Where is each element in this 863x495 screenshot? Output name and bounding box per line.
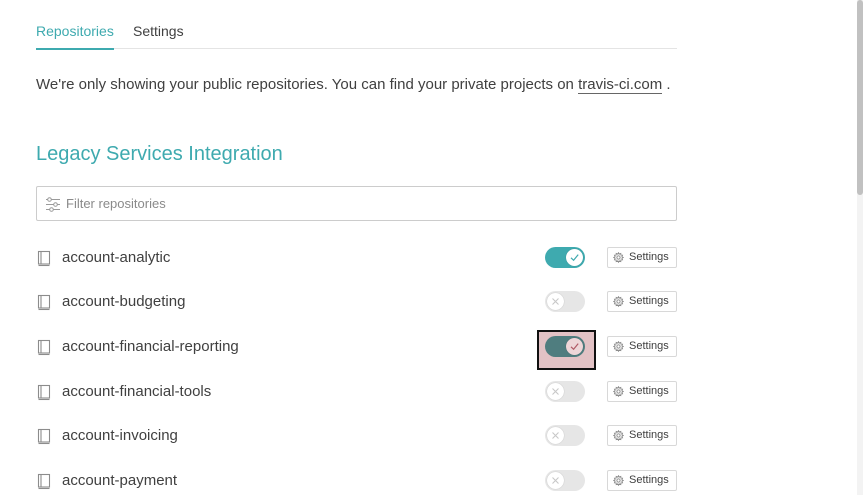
toggle-knob xyxy=(547,472,564,489)
settings-button-label: Settings xyxy=(629,251,669,263)
gear-icon xyxy=(613,475,624,486)
notice-suffix: . xyxy=(666,76,671,93)
gear-icon xyxy=(613,386,624,397)
repo-activation-toggle[interactable] xyxy=(545,247,585,268)
toggle-knob xyxy=(547,293,564,310)
public-repos-notice: We're only showing your public repositor… xyxy=(36,75,671,95)
repo-row: account-budgeting Settings xyxy=(36,287,677,317)
settings-button-label: Settings xyxy=(629,429,669,441)
repo-settings-button[interactable]: Settings xyxy=(607,291,677,312)
tab-bar: Repositories Settings xyxy=(36,0,677,50)
toggle-knob xyxy=(566,338,583,355)
repo-row: account-payment Settings xyxy=(36,466,677,495)
travis-ci-com-link[interactable]: travis-ci.com xyxy=(578,76,663,94)
tab-repositories[interactable]: Repositories xyxy=(36,22,114,50)
repo-row: account-financial-tools Settings xyxy=(36,377,677,407)
filter-repositories-input[interactable] xyxy=(66,187,666,220)
repo-book-icon xyxy=(37,428,51,445)
tab-settings[interactable]: Settings xyxy=(133,22,184,40)
repo-row: account-financial-reporting Settings xyxy=(36,330,677,370)
repo-row: account-analytic Settings xyxy=(36,243,677,273)
toggle-knob xyxy=(547,427,564,444)
toggle-knob xyxy=(566,249,583,266)
check-icon xyxy=(570,254,579,262)
repo-name[interactable]: account-budgeting xyxy=(62,292,185,312)
x-icon xyxy=(552,298,559,305)
filter-sliders-icon xyxy=(46,197,60,212)
filter-box xyxy=(36,186,677,221)
section-title: Legacy Services Integration xyxy=(36,143,283,165)
repo-book-icon xyxy=(37,339,51,356)
repo-name[interactable]: account-analytic xyxy=(62,248,170,268)
repo-settings-button[interactable]: Settings xyxy=(607,381,677,402)
repo-name[interactable]: account-invoicing xyxy=(62,426,178,446)
repo-activation-toggle[interactable] xyxy=(545,336,585,357)
toggle-knob xyxy=(547,383,564,400)
repo-book-icon xyxy=(37,250,51,267)
repo-name[interactable]: account-financial-reporting xyxy=(62,337,239,357)
repo-book-icon xyxy=(37,473,51,490)
gear-icon xyxy=(613,296,624,307)
settings-button-label: Settings xyxy=(629,385,669,397)
repo-activation-toggle[interactable] xyxy=(545,381,585,402)
repo-activation-toggle[interactable] xyxy=(545,291,585,312)
settings-button-label: Settings xyxy=(629,295,669,307)
page-scrollbar[interactable] xyxy=(857,0,863,495)
notice-text: We're only showing your public repositor… xyxy=(36,76,574,93)
repo-name[interactable]: account-financial-tools xyxy=(62,382,211,402)
settings-button-label: Settings xyxy=(629,474,669,486)
gear-icon xyxy=(613,252,624,263)
repo-settings-button[interactable]: Settings xyxy=(607,470,677,491)
check-icon xyxy=(570,343,579,351)
x-icon xyxy=(552,388,559,395)
x-icon xyxy=(552,477,559,484)
repo-activation-toggle[interactable] xyxy=(545,470,585,491)
repo-name[interactable]: account-payment xyxy=(62,471,177,491)
repo-row: account-invoicing Settings xyxy=(36,421,677,451)
x-icon xyxy=(552,432,559,439)
repo-book-icon xyxy=(37,294,51,311)
repo-settings-button[interactable]: Settings xyxy=(607,336,677,357)
gear-icon xyxy=(613,430,624,441)
repo-settings-button[interactable]: Settings xyxy=(607,247,677,268)
repo-settings-button[interactable]: Settings xyxy=(607,425,677,446)
repo-book-icon xyxy=(37,384,51,401)
page: Repositories Settings We're only showing… xyxy=(0,0,863,495)
repo-activation-toggle[interactable] xyxy=(545,425,585,446)
scrollbar-thumb[interactable] xyxy=(857,0,863,195)
gear-icon xyxy=(613,341,624,352)
settings-button-label: Settings xyxy=(629,340,669,352)
